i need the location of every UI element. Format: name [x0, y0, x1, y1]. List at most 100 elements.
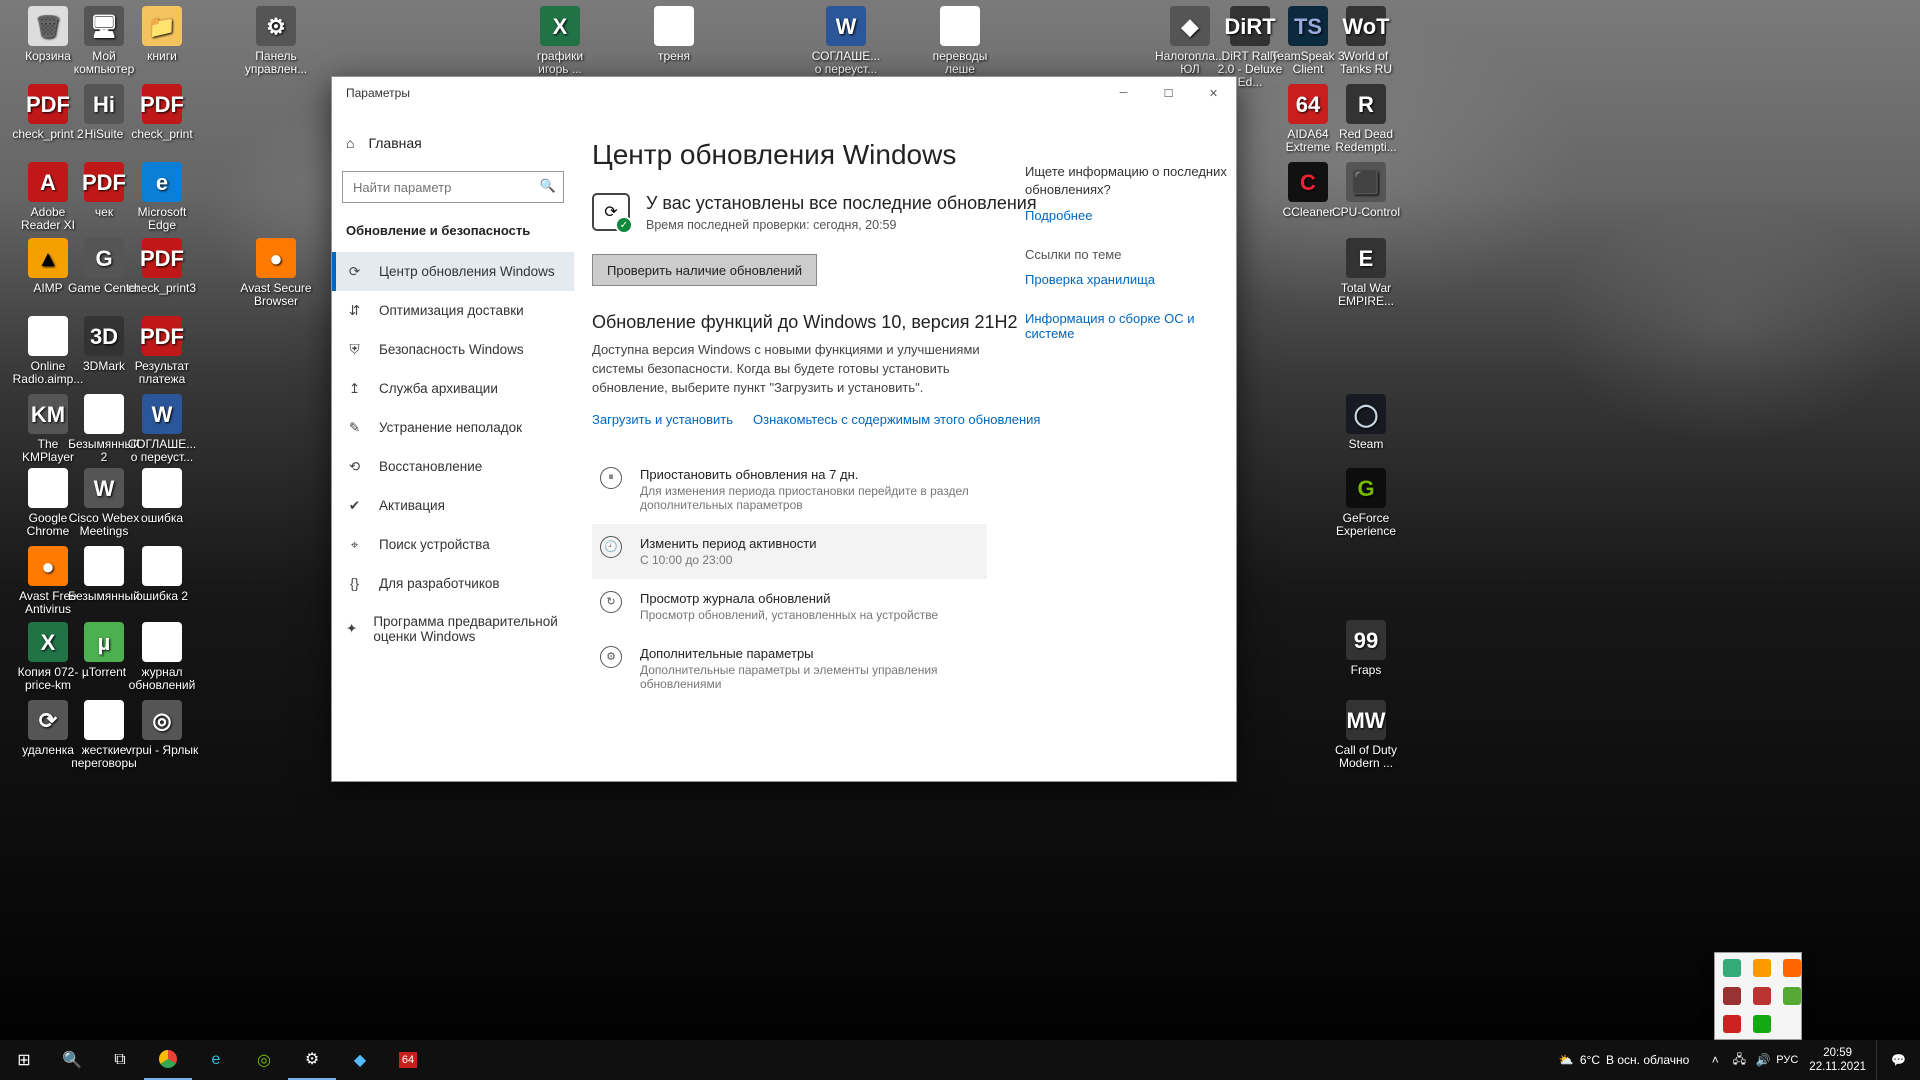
nav-label: Программа предварительной оценки Windows	[373, 614, 560, 644]
desktop-icon[interactable]: ⬛CPU-Control	[1328, 162, 1404, 219]
taskbar-edge[interactable]: e	[192, 1040, 240, 1080]
sidebar-item[interactable]: ⟳Центр обновления Windows	[332, 252, 574, 291]
update-status-icon: ⟳✓	[592, 193, 630, 231]
sidebar-item[interactable]: {}Для разработчиков	[332, 564, 574, 603]
desktop-icon[interactable]: eMicrosoft Edge	[124, 162, 200, 232]
desktop-icon[interactable]: MWCall of Duty Modern ...	[1328, 700, 1404, 770]
file-icon: ◆	[1170, 6, 1210, 46]
maximize-button[interactable]: ☐	[1146, 77, 1191, 109]
search-box: 🔍	[342, 171, 564, 203]
update-option[interactable]: ⏸Приостановить обновления на 7 дн.Для из…	[592, 455, 987, 524]
desktop-icon[interactable]: ошибка 2	[124, 546, 200, 603]
tray-icon[interactable]	[1753, 987, 1771, 1005]
desktop-icon[interactable]: ошибка	[124, 468, 200, 525]
file-icon: PDF	[142, 238, 182, 278]
desktop-icon[interactable]: ETotal War EMPIRE...	[1328, 238, 1404, 308]
aside-os-info-link[interactable]: Информация о сборке ОС и системе	[1025, 311, 1230, 341]
learn-more-link[interactable]: Ознакомьтесь с содержимым этого обновлен…	[753, 412, 1040, 427]
sidebar-item[interactable]: ✎Устранение неполадок	[332, 408, 574, 447]
taskbar-clock[interactable]: 20:59 22.11.2021	[1799, 1046, 1876, 1074]
sidebar-item[interactable]: ✦Программа предварительной оценки Window…	[332, 603, 574, 655]
home-button[interactable]: ⌂ Главная	[332, 127, 574, 159]
tray-icon[interactable]	[1723, 987, 1741, 1005]
desktop-icon[interactable]: ⚙Панель управлен...	[238, 6, 314, 76]
sidebar-item[interactable]: ↥ Служба архивации	[332, 369, 574, 408]
taskbar-settings[interactable]: ⚙	[288, 1040, 336, 1080]
sidebar-item[interactable]: ⟲Восстановление	[332, 447, 574, 486]
close-button[interactable]: ✕	[1191, 77, 1236, 109]
file-icon: 📁	[142, 6, 182, 46]
tray-icon[interactable]	[1753, 959, 1771, 977]
sidebar-item[interactable]: ⛨Безопасность Windows	[332, 330, 574, 369]
sidebar-item[interactable]: ✔Активация	[332, 486, 574, 525]
option-title: Изменить период активности	[640, 536, 816, 551]
download-install-link[interactable]: Загрузить и установить	[592, 412, 733, 427]
tray-chevron[interactable]: ˄	[1703, 1053, 1727, 1067]
nav-icon: ⟲	[346, 458, 363, 475]
tray-icon[interactable]	[1723, 1015, 1741, 1033]
desktop-icon[interactable]: переводы леше	[922, 6, 998, 76]
nav-icon: ↥	[346, 380, 363, 397]
tray-icon[interactable]	[1753, 1015, 1771, 1033]
desktop-icon-label: Fraps	[1351, 664, 1382, 677]
desktop-icon[interactable]: PDFcheck_print3	[124, 238, 200, 295]
settings-main: Центр обновления Windows ⟳✓ У вас устано…	[574, 109, 1236, 781]
taskbar-aida64[interactable]: 64	[384, 1040, 432, 1080]
update-options: ⏸Приостановить обновления на 7 дн.Для из…	[592, 455, 987, 703]
desktop-icon[interactable]: 📁книги	[124, 6, 200, 63]
aside-more-link[interactable]: Подробнее	[1025, 208, 1230, 223]
desktop-icon[interactable]: GGeForce Experience	[1328, 468, 1404, 538]
search-input[interactable]	[342, 171, 564, 203]
notifications-button[interactable]: 💬	[1876, 1040, 1920, 1080]
desktop-icon[interactable]: WoTWorld of Tanks RU	[1328, 6, 1404, 76]
desktop-icon[interactable]: PDFРезультат платежа	[124, 316, 200, 386]
tray-lang[interactable]: РУС	[1775, 1054, 1799, 1066]
minimize-button[interactable]: ─	[1101, 77, 1146, 109]
weather-text: В осн. облачно	[1606, 1053, 1689, 1067]
weather-widget[interactable]: ⛅ 6°C В осн. облачно	[1545, 1053, 1703, 1067]
desktop-icon[interactable]: PDFcheck_print	[124, 84, 200, 141]
tray-popup[interactable]	[1714, 952, 1802, 1040]
desktop-icon-label: Панель управлен...	[238, 50, 314, 76]
update-option[interactable]: ⚙Дополнительные параметрыДополнительные …	[592, 634, 987, 703]
desktop-icon[interactable]: 99Fraps	[1328, 620, 1404, 677]
weather-temp: 6°C	[1580, 1053, 1600, 1067]
tray-icon[interactable]	[1783, 987, 1801, 1005]
file-icon	[28, 468, 68, 508]
check-updates-button[interactable]: Проверить наличие обновлений	[592, 254, 817, 286]
desktop-icon[interactable]: Xграфики игорь ...	[522, 6, 598, 76]
sidebar-item[interactable]: ⌖Поиск устройства	[332, 525, 574, 564]
aside-storage-link[interactable]: Проверка хранилища	[1025, 272, 1230, 287]
window-titlebar[interactable]: Параметры ─ ☐ ✕	[332, 77, 1236, 109]
desktop-icon[interactable]: ◎vrpui - Ярлык	[124, 700, 200, 757]
nav-icon: ✔	[346, 497, 363, 514]
start-button[interactable]: ⊞	[0, 1040, 48, 1080]
nav-icon: {}	[346, 575, 363, 592]
tray-icon[interactable]	[1783, 959, 1801, 977]
taskbar-app[interactable]: ◆	[336, 1040, 384, 1080]
file-icon: 3D	[84, 316, 124, 356]
nav-icon: ⟳	[346, 263, 363, 280]
home-label: Главная	[368, 135, 421, 151]
task-view-button[interactable]: ⧉	[96, 1040, 144, 1080]
tray-network-icon[interactable]: 🖧	[1727, 1050, 1751, 1071]
desktop-icon[interactable]: журнал обновлений	[124, 622, 200, 692]
desktop-icon[interactable]: треня	[636, 6, 712, 63]
option-icon: ⚙	[600, 646, 622, 668]
desktop-icon[interactable]: WСОГЛАШЕ... о переуст...	[124, 394, 200, 464]
sidebar-item[interactable]: ⇵Оптимизация доставки	[332, 291, 574, 330]
tray-volume-icon[interactable]: 🔊	[1751, 1053, 1775, 1067]
desktop-icon-label: Avast Secure Browser	[238, 282, 314, 308]
update-option[interactable]: 🕘Изменить период активностиС 10:00 до 23…	[592, 524, 987, 579]
desktop-icon[interactable]: WСОГЛАШЕ... о переуст...	[808, 6, 884, 76]
nav-label: Служба архивации	[379, 381, 498, 396]
update-option[interactable]: ↻Просмотр журнала обновленийПросмотр обн…	[592, 579, 987, 634]
taskbar-chrome[interactable]	[144, 1040, 192, 1080]
file-icon: PDF	[142, 84, 182, 124]
desktop-icon[interactable]: ●Avast Secure Browser	[238, 238, 314, 308]
taskbar-nvidia[interactable]: ◎	[240, 1040, 288, 1080]
search-button[interactable]: 🔍	[48, 1040, 96, 1080]
tray-icon[interactable]	[1723, 959, 1741, 977]
desktop-icon[interactable]: ◯Steam	[1328, 394, 1404, 451]
desktop-icon[interactable]: RRed Dead Redempti...	[1328, 84, 1404, 154]
